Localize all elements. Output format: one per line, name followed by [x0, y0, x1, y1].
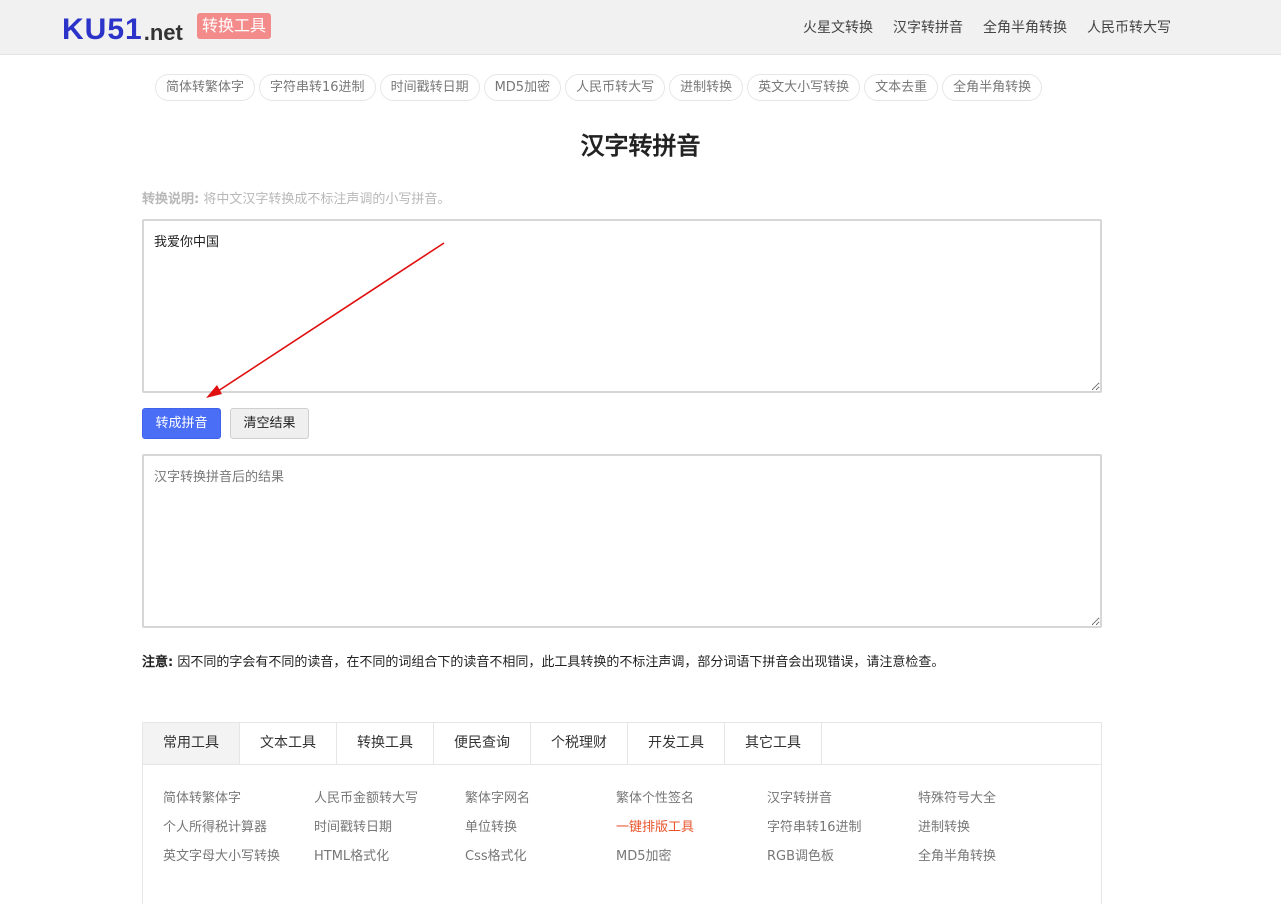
tool-link[interactable]: 时间戳转日期 — [314, 818, 465, 837]
convert-button[interactable]: 转成拼音 — [142, 408, 221, 439]
tab-other-tools[interactable]: 其它工具 — [725, 723, 822, 764]
page-title: 汉字转拼音 — [580, 132, 701, 160]
tool-link[interactable]: 简体转繁体字 — [163, 789, 314, 808]
tab-convert-tools[interactable]: 转换工具 — [337, 723, 434, 764]
top-nav-link[interactable]: 汉字转拼音 — [893, 17, 963, 37]
quick-tool-pill[interactable]: 文本去重 — [864, 74, 939, 101]
quick-tool-pill[interactable]: 简体转繁体字 — [155, 74, 256, 101]
quick-tool-pill[interactable]: 时间戳转日期 — [379, 74, 480, 101]
tool-link[interactable]: RGB调色板 — [767, 847, 918, 866]
quick-tool-pill[interactable]: 全角半角转换 — [942, 74, 1043, 101]
notice-label: 注意: — [142, 655, 174, 670]
quick-tool-pill[interactable]: 人民币转大写 — [565, 74, 666, 101]
description-text: 将中文汉字转换成不标注声调的小写拼音。 — [203, 192, 451, 207]
tab-common-tools[interactable]: 常用工具 — [143, 723, 240, 764]
tool-link[interactable]: HTML格式化 — [314, 847, 465, 866]
quick-tool-pill[interactable]: MD5加密 — [483, 74, 562, 101]
chinese-input[interactable] — [142, 219, 1102, 393]
tab-text-tools[interactable]: 文本工具 — [240, 723, 337, 764]
tool-link[interactable]: 人民币金额转大写 — [314, 789, 465, 808]
tools-panel: 常用工具 文本工具 转换工具 便民查询 个税理财 开发工具 其它工具 简体转繁体… — [142, 722, 1102, 904]
top-bar: KU51 .net 转换工具 火星文转换 汉字转拼音 全角半角转换 人民币转大写 — [0, 0, 1281, 55]
top-nav-link[interactable]: 人民币转大写 — [1087, 17, 1171, 37]
notice: 注意: 因不同的字会有不同的读音，在不同的词组合下的读音不相同，此工具转换的不标… — [142, 651, 944, 670]
tool-link[interactable]: 个人所得税计算器 — [163, 818, 314, 837]
tool-links-grid: 简体转繁体字 人民币金额转大写 繁体字网名 繁体个性签名 汉字转拼音 特殊符号大… — [163, 789, 1069, 866]
top-nav-link[interactable]: 火星文转换 — [803, 17, 873, 37]
tool-link[interactable]: 单位转换 — [465, 818, 616, 837]
tool-link[interactable]: MD5加密 — [616, 847, 767, 866]
tool-link[interactable]: Css格式化 — [465, 847, 616, 866]
tool-link[interactable]: 英文字母大小写转换 — [163, 847, 314, 866]
tool-link[interactable]: 特殊符号大全 — [918, 789, 1069, 808]
tab-tax-finance[interactable]: 个税理财 — [531, 723, 628, 764]
quick-tool-pills: 简体转繁体字 字符串转16进制 时间戳转日期 MD5加密 人民币转大写 进制转换… — [155, 74, 1043, 101]
tool-link[interactable]: 全角半角转换 — [918, 847, 1069, 866]
quick-tool-pill[interactable]: 英文大小写转换 — [747, 74, 861, 101]
logo-main-text: KU51 — [62, 13, 143, 46]
quick-tool-pill[interactable]: 进制转换 — [669, 74, 744, 101]
tool-link[interactable]: 进制转换 — [918, 818, 1069, 837]
tool-link[interactable]: 字符串转16进制 — [767, 818, 918, 837]
notice-text: 因不同的字会有不同的读音，在不同的词组合下的读音不相同，此工具转换的不标注声调，… — [177, 655, 945, 670]
tool-link-highlighted[interactable]: 一键排版工具 — [616, 818, 767, 837]
quick-tool-pill[interactable]: 字符串转16进制 — [259, 74, 376, 101]
conversion-description: 转换说明: 将中文汉字转换成不标注声调的小写拼音。 — [142, 188, 450, 207]
tab-convenience-query[interactable]: 便民查询 — [434, 723, 531, 764]
top-nav: 火星文转换 汉字转拼音 全角半角转换 人民币转大写 — [803, 17, 1171, 37]
logo-badge: 转换工具 — [197, 13, 271, 39]
tool-link[interactable]: 繁体个性签名 — [616, 789, 767, 808]
description-label: 转换说明: — [142, 192, 200, 207]
top-nav-link[interactable]: 全角半角转换 — [983, 17, 1067, 37]
tab-dev-tools[interactable]: 开发工具 — [628, 723, 725, 764]
pinyin-output[interactable] — [142, 454, 1102, 628]
clear-button[interactable]: 清空结果 — [230, 408, 309, 439]
tool-link[interactable]: 汉字转拼音 — [767, 789, 918, 808]
site-logo[interactable]: KU51 .net — [62, 11, 183, 45]
logo-net-text: .net — [143, 20, 183, 45]
tools-tabs: 常用工具 文本工具 转换工具 便民查询 个税理财 开发工具 其它工具 — [143, 723, 1101, 765]
tool-link[interactable]: 繁体字网名 — [465, 789, 616, 808]
